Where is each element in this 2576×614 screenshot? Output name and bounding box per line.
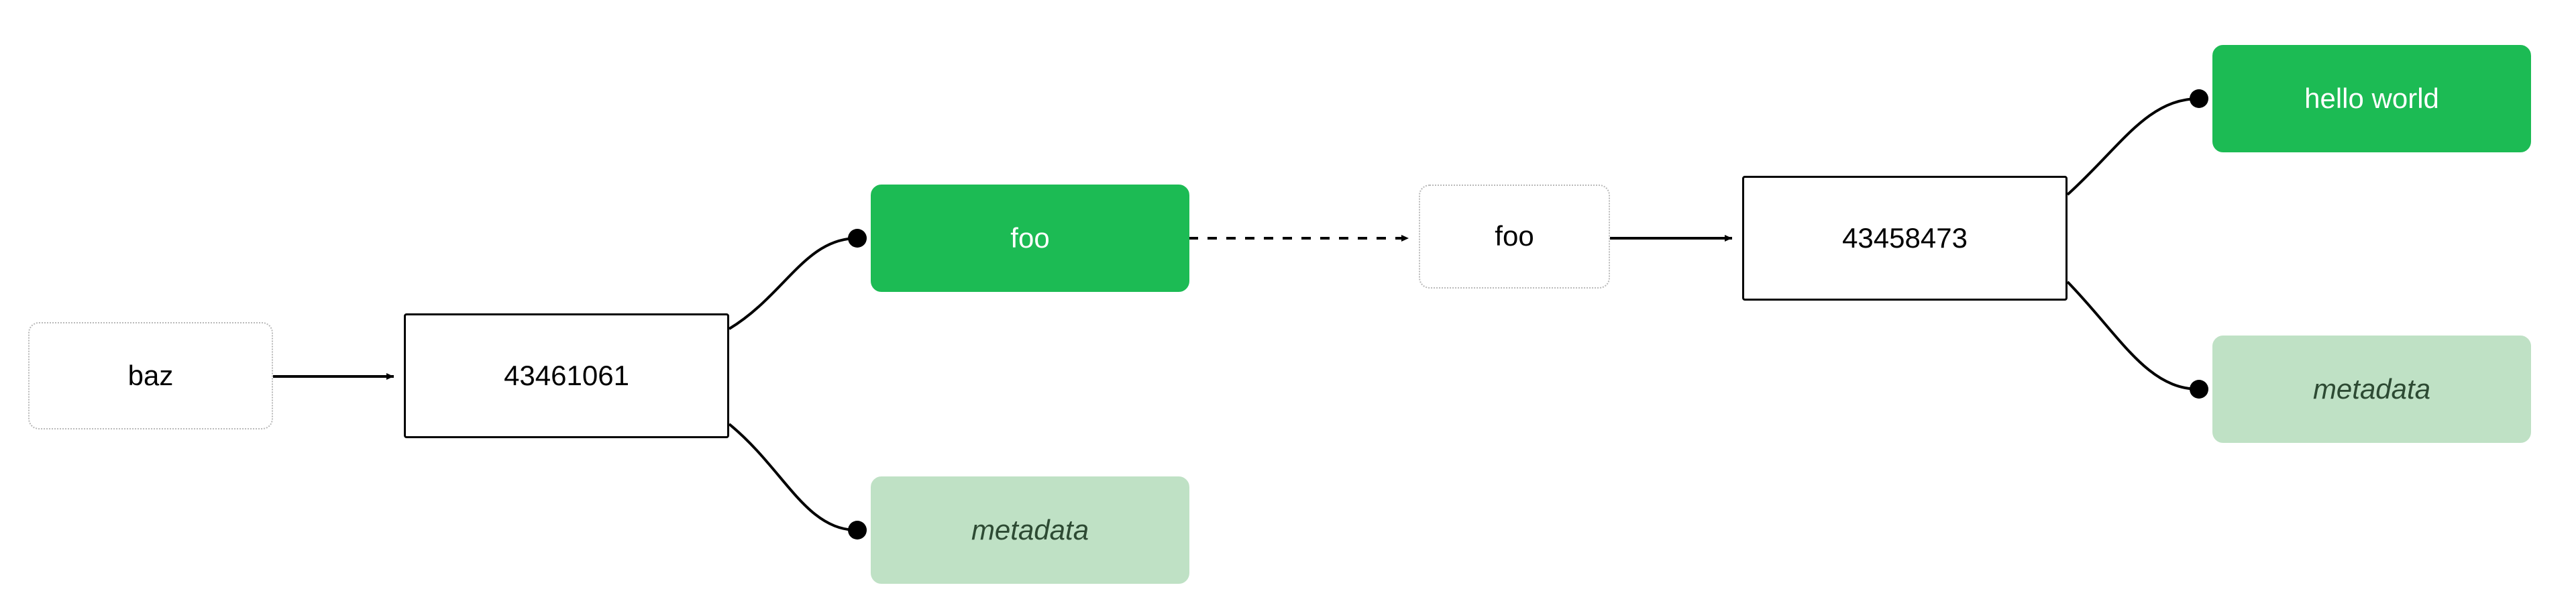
diagram-canvas: foo (dotted) --> baz 43461061 foo metada…: [0, 0, 2576, 614]
node-number-left: 43461061: [404, 313, 729, 438]
node-metadata-left: metadata: [871, 476, 1189, 584]
node-baz: baz: [28, 322, 273, 429]
edge-numleft-to-metadata-dot: [848, 521, 867, 540]
node-foo-green: foo: [871, 185, 1189, 292]
edge-numright-to-metadata: [2068, 282, 2199, 389]
edge-numright-to-hello: [2068, 99, 2199, 195]
node-metadata-right: metadata: [2212, 336, 2531, 443]
edge-numright-to-hello-dot: [2190, 89, 2208, 108]
edge-numleft-to-foo: [729, 238, 857, 329]
diagram-edges: foo (dotted) -->: [0, 0, 2576, 614]
node-foo-dotted: foo: [1419, 185, 1610, 289]
node-number-right: 43458473: [1742, 176, 2068, 301]
node-hello-world: hello world: [2212, 45, 2531, 152]
edge-numleft-to-foo-dot: [848, 229, 867, 248]
edge-numleft-to-metadata: [729, 424, 857, 530]
edge-numright-to-metadata-dot: [2190, 380, 2208, 399]
